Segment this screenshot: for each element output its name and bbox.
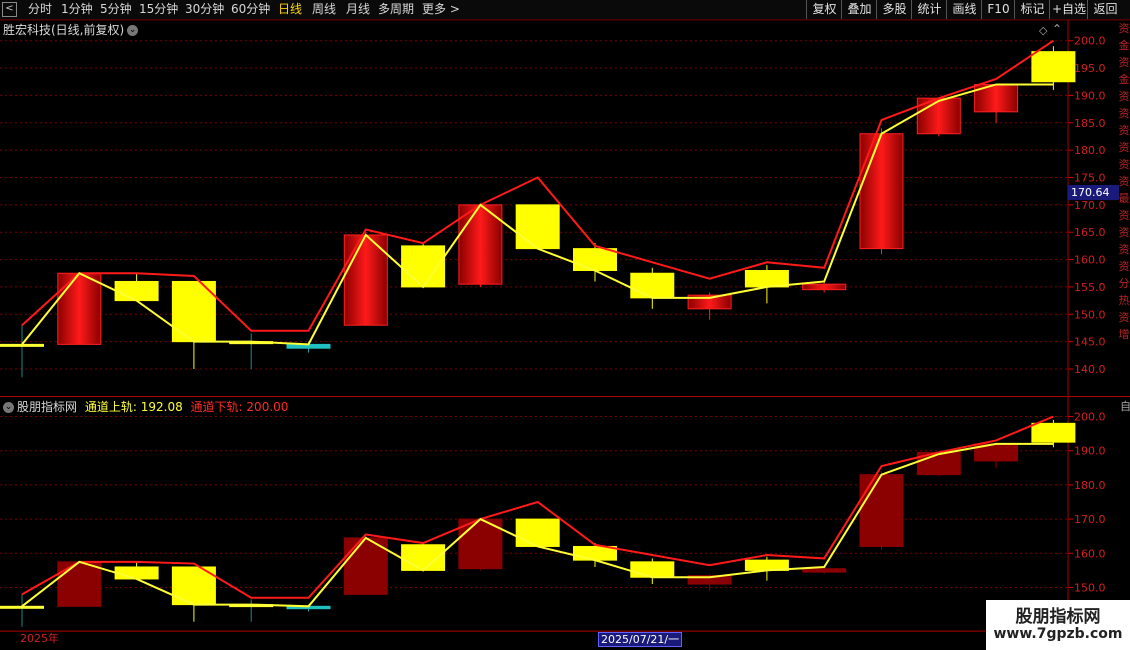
edge-char: 资 xyxy=(1118,260,1130,273)
current-price-tag: 170.64 xyxy=(1068,185,1119,200)
main-y-tick: 145.0 xyxy=(1074,336,1106,349)
stock-chart-app: < 分时 1分钟 5分钟 15分钟 30分钟 60分钟 日线 周线 月线 多周期 更多 > 复权 叠加… xyxy=(0,0,1130,650)
candle-body[interactable] xyxy=(0,343,44,347)
candle-body[interactable] xyxy=(859,133,904,250)
edge-char: 资 xyxy=(1118,158,1130,171)
edge-indicator-label: 自 xyxy=(1120,400,1130,413)
main-y-tick: 195.0 xyxy=(1074,62,1106,75)
watermark-logo: 股朋指标网 www.7gpzb.com xyxy=(986,600,1130,650)
edge-char: 资 xyxy=(1118,243,1130,256)
date-bar: 2025年 2025/07/21/一 xyxy=(0,631,1068,647)
edge-char: 资 xyxy=(1118,90,1130,103)
edge-char: 资 xyxy=(1118,141,1130,154)
candle-body[interactable] xyxy=(515,204,560,250)
indicator-y-tick: 180.0 xyxy=(1074,479,1106,492)
candle-body[interactable] xyxy=(515,518,560,547)
main-y-tick: 155.0 xyxy=(1074,281,1106,294)
candle-body[interactable] xyxy=(802,283,847,291)
candle-body[interactable] xyxy=(573,545,617,561)
indicator-y-tick: 170.0 xyxy=(1074,513,1106,526)
edge-char: 资 xyxy=(1118,175,1130,188)
main-y-tick: 170.0 xyxy=(1074,199,1106,212)
candle-body[interactable] xyxy=(744,270,789,288)
edge-char: 最 xyxy=(1118,192,1130,205)
main-y-tick: 190.0 xyxy=(1074,89,1106,102)
edge-char: 分 xyxy=(1118,277,1130,290)
candle-body[interactable] xyxy=(1031,422,1076,443)
main-y-tick: 175.0 xyxy=(1074,171,1106,184)
indicator-y-tick: 190.0 xyxy=(1074,445,1106,458)
indicator-y-tick: 160.0 xyxy=(1074,547,1106,560)
main-y-tick: 165.0 xyxy=(1074,226,1106,239)
edge-char: 资 xyxy=(1118,56,1130,69)
edge-char: 资 xyxy=(1118,22,1130,35)
main-y-tick: 140.0 xyxy=(1074,363,1106,376)
cursor-date: 2025/07/21/一 xyxy=(598,632,683,647)
indicator-y-tick: 150.0 xyxy=(1074,582,1106,595)
candle-body[interactable] xyxy=(57,561,102,607)
main-y-tick: 180.0 xyxy=(1074,144,1106,157)
candle-body[interactable] xyxy=(0,605,44,609)
watermark-title: 股朋指标网 xyxy=(1015,607,1101,627)
main-y-tick: 160.0 xyxy=(1074,254,1106,267)
indicator-y-tick: 200.0 xyxy=(1074,411,1106,424)
candle-body[interactable] xyxy=(114,566,159,580)
edge-char: 金 xyxy=(1118,39,1130,52)
candle-body[interactable] xyxy=(859,474,904,547)
candle-body[interactable] xyxy=(57,272,102,345)
watermark-url: www.7gpzb.com xyxy=(993,626,1123,642)
chart-canvas[interactable]: 200.0 195.0 190.0 185.0 180.0 175.0 170.0 165.0… xyxy=(0,0,1130,650)
candle-body[interactable] xyxy=(1031,51,1076,83)
edge-char: 资 xyxy=(1118,226,1130,239)
edge-char: 资 xyxy=(1118,209,1130,222)
main-y-tick: 185.0 xyxy=(1074,117,1106,130)
main-y-tick: 200.0 xyxy=(1074,35,1106,48)
candle-body[interactable] xyxy=(114,280,159,302)
main-y-tick: 150.0 xyxy=(1074,308,1106,321)
year-label: 2025年 xyxy=(20,632,59,645)
edge-char: 资 xyxy=(1118,311,1130,324)
edge-indicator-list: 资金资金资资资资资资最资资资资分热资增 xyxy=(1118,20,1130,395)
edge-char: 金 xyxy=(1118,73,1130,86)
edge-char: 资 xyxy=(1118,107,1130,120)
edge-char: 资 xyxy=(1118,124,1130,137)
candle-body[interactable] xyxy=(630,272,675,299)
edge-char: 热 xyxy=(1118,294,1130,307)
candle-body[interactable] xyxy=(630,561,675,578)
candle-body[interactable] xyxy=(802,568,847,573)
edge-char: 增 xyxy=(1118,328,1130,341)
candle-body[interactable] xyxy=(573,248,617,272)
